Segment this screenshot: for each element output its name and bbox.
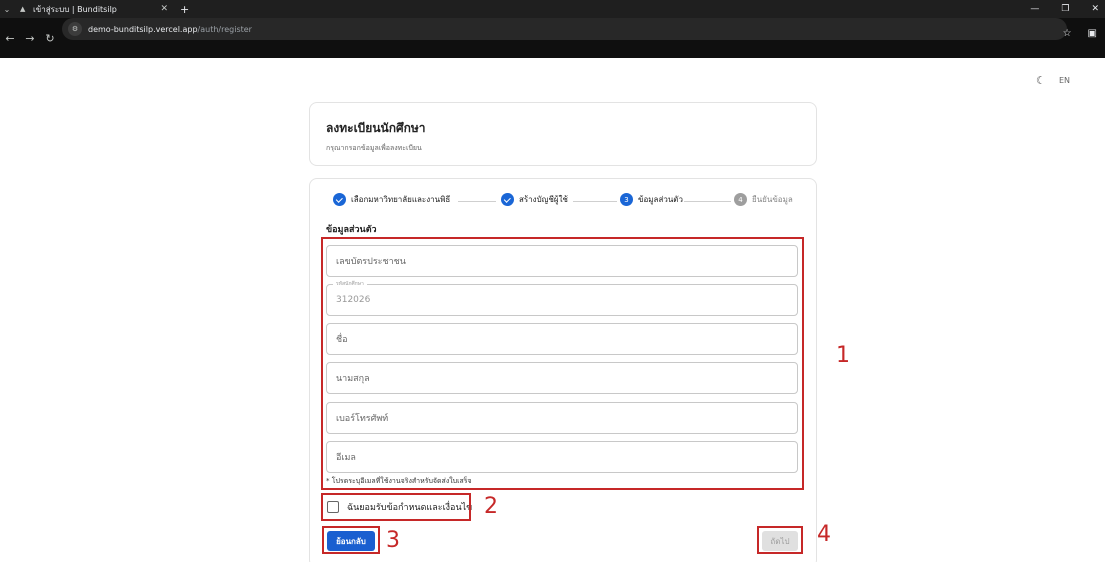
step-1: เลือกมหาวิทยาลัยและงานพิธี [333, 193, 450, 206]
step-number-badge: 3 [620, 193, 633, 206]
dark-mode-moon-icon[interactable]: ☾ [1036, 74, 1046, 87]
step-label: เลือกมหาวิทยาลัยและงานพิธี [351, 195, 451, 204]
page-subtitle: กรุณากรอกข้อมูลเพื่อลงทะเบียน [326, 144, 422, 152]
minimize-icon[interactable]: — [1030, 4, 1039, 14]
tab-search-icon[interactable]: ⌄ [0, 5, 14, 14]
annotation-number: 2 [484, 494, 498, 519]
site-info-icon[interactable]: ⚙ [68, 22, 82, 36]
step-label: ยืนยันข้อมูล [752, 195, 793, 204]
favicon-icon: ▲ [20, 5, 26, 13]
annotation-box-terms [321, 493, 471, 521]
browser-tab[interactable]: ▲ เข้าสู่ระบบ | Bunditsilp ✕ [14, 0, 174, 18]
browser-tab-bar: ⌄ ▲ เข้าสู่ระบบ | Bunditsilp ✕ + — ❐ ✕ [0, 0, 1105, 18]
back-icon[interactable]: ← [0, 32, 20, 45]
new-tab-icon[interactable]: + [180, 3, 189, 16]
step-connector [573, 201, 617, 202]
language-toggle[interactable]: EN [1059, 76, 1070, 85]
step-label: สร้างบัญชีผู้ใช้ [519, 195, 568, 204]
step-3: 3 ข้อมูลส่วนตัว [620, 193, 683, 206]
page-title: ลงทะเบียนนักศึกษา [326, 121, 426, 135]
step-label: ข้อมูลส่วนตัว [638, 195, 683, 204]
annotation-box-next [757, 526, 803, 554]
url-host: demo-bunditsilp.vercel.app [88, 24, 198, 34]
step-connector [684, 201, 731, 202]
url-path: /auth/register [197, 24, 252, 34]
annotation-number: 4 [817, 522, 831, 547]
step-number-badge: 4 [734, 193, 747, 206]
close-tab-icon[interactable]: ✕ [160, 4, 168, 14]
step-done-check-icon [333, 193, 346, 206]
step-done-check-icon [501, 193, 514, 206]
header-card: ลงทะเบียนนักศึกษา กรุณากรอกข้อมูลเพื่อลง… [309, 102, 817, 166]
step-connector [458, 201, 496, 202]
extension-icon[interactable]: ▣ [1088, 28, 1097, 39]
section-title: ข้อมูลส่วนตัว [326, 225, 377, 235]
bookmark-star-icon[interactable]: ☆ [1063, 28, 1072, 39]
toolbar-right: ☆ ▣ [1063, 28, 1097, 39]
maximize-icon[interactable]: ❐ [1061, 4, 1069, 14]
address-bar[interactable]: ⚙ demo-bunditsilp.vercel.app/auth/regist… [62, 18, 1067, 40]
annotation-box-fields [321, 237, 804, 490]
registration-stepper: เลือกมหาวิทยาลัยและงานพิธี สร้างบัญชีผู้… [306, 193, 820, 213]
annotation-number: 1 [836, 343, 850, 368]
window-controls: — ❐ ✕ [1030, 0, 1099, 18]
reload-icon[interactable]: ↻ [40, 32, 60, 45]
step-4: 4 ยืนยันข้อมูล [734, 193, 793, 206]
close-window-icon[interactable]: ✕ [1091, 4, 1099, 14]
tab-title: เข้าสู่ระบบ | Bunditsilp [33, 4, 117, 14]
annotation-number: 3 [386, 528, 400, 553]
forward-icon[interactable]: → [20, 32, 40, 45]
annotation-box-back [322, 526, 380, 554]
step-2: สร้างบัญชีผู้ใช้ [501, 193, 568, 206]
